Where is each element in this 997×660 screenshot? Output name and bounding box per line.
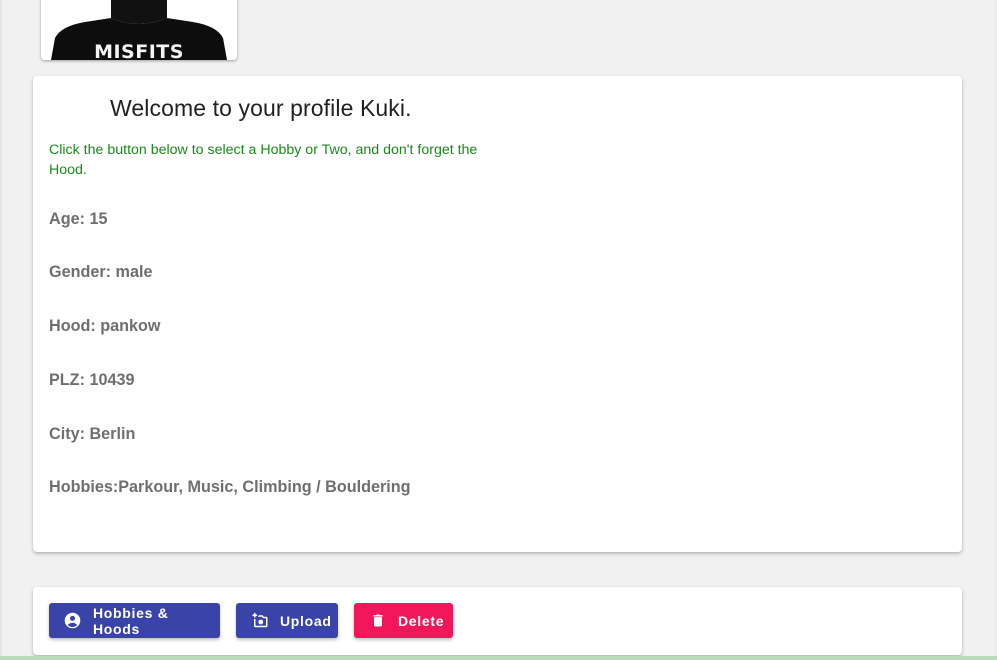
city-field: City: Berlin [49, 425, 136, 443]
shirt-logo-text: MISFITS [94, 41, 184, 60]
avatar-image: MISFITS [41, 0, 237, 60]
age-field: Age: 15 [49, 210, 108, 228]
account-circle-icon [64, 612, 82, 630]
trash-icon [369, 612, 387, 630]
profile-card: Welcome to your profile Kuki. Click the … [33, 76, 962, 552]
welcome-heading: Welcome to your profile Kuki. [110, 95, 412, 121]
page-left-edge [0, 0, 2, 660]
upload-button[interactable]: Upload [236, 603, 338, 638]
hobbies-field: Hobbies:Parkour, Music, Climbing / Bould… [49, 478, 411, 496]
hood-field: Hood: pankow [49, 317, 161, 335]
profile-avatar: MISFITS [41, 0, 237, 60]
actions-card: Hobbies & Hoods Upload Delete [33, 587, 962, 655]
hobbies-hoods-label: Hobbies & Hoods [92, 604, 169, 637]
hobbies-hoods-button[interactable]: Hobbies & Hoods [49, 603, 220, 638]
gender-field: Gender: male [49, 263, 153, 281]
add-photo-icon [251, 612, 269, 630]
delete-label: Delete [398, 612, 445, 629]
bottom-accent-bar [0, 656, 997, 660]
delete-button[interactable]: Delete [354, 603, 453, 638]
instruction-text: Click the button below to select a Hobby… [49, 142, 478, 178]
plz-field: PLZ: 10439 [49, 371, 135, 389]
upload-label: Upload [280, 612, 332, 629]
